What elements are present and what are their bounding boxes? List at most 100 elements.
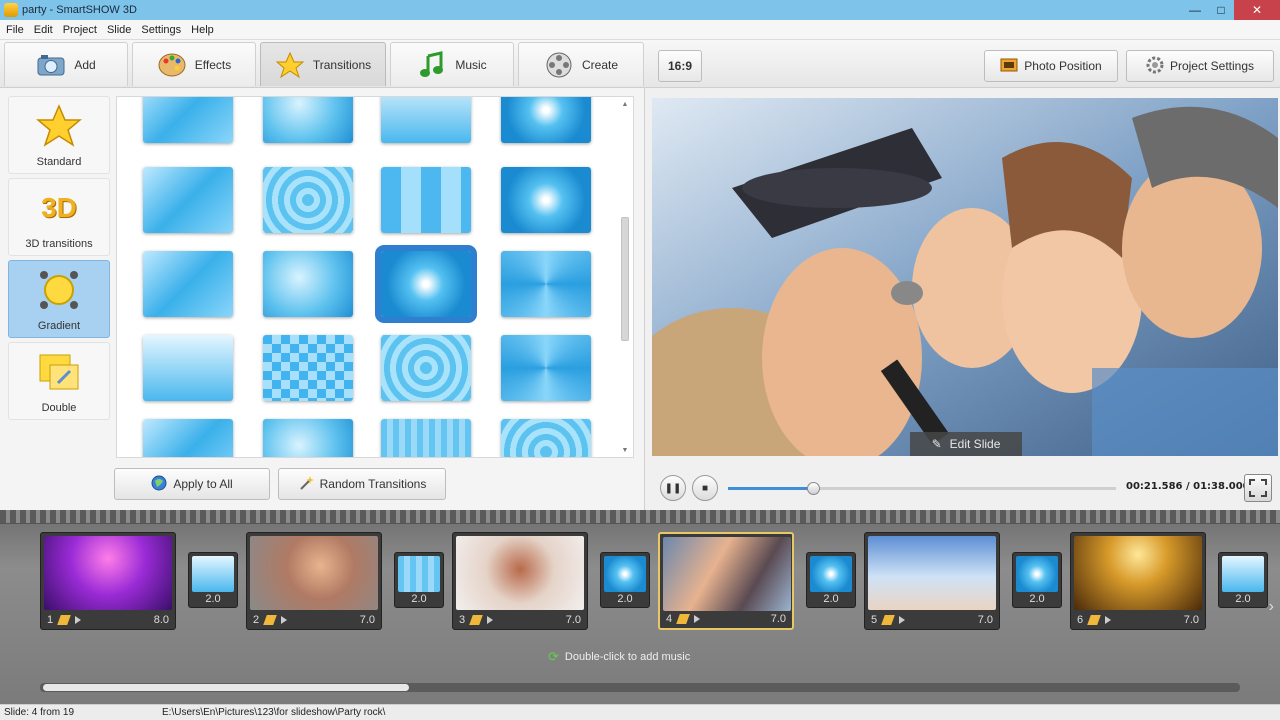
category-gradient[interactable]: Gradient: [8, 260, 110, 338]
tab-music[interactable]: Music: [390, 42, 514, 86]
slide-duration[interactable]: 7.0: [360, 614, 375, 626]
menu-help[interactable]: Help: [191, 24, 214, 36]
edit-icon[interactable]: [263, 615, 277, 625]
speaker-icon[interactable]: [75, 616, 82, 624]
timeline-slide[interactable]: 3 7.0: [452, 532, 588, 630]
speaker-icon[interactable]: [281, 616, 288, 624]
speaker-icon[interactable]: [694, 615, 701, 623]
timeline-slide-active[interactable]: 4 7.0: [658, 532, 794, 630]
timeline-transition[interactable]: 2.0: [394, 552, 444, 608]
transition-thumbnail[interactable]: [263, 251, 353, 317]
scrollbar-thumb[interactable]: [621, 217, 629, 341]
transition-thumbnail[interactable]: [381, 419, 471, 457]
transition-thumbnail[interactable]: [263, 167, 353, 233]
music-track-hint[interactable]: ⟳ Double-click to add music: [548, 649, 690, 665]
edit-icon[interactable]: [469, 615, 483, 625]
timeline-slide[interactable]: 2 7.0: [246, 532, 382, 630]
scroll-down-icon[interactable]: ▼: [620, 447, 630, 457]
pause-button[interactable]: ❚❚: [660, 475, 686, 501]
scroll-up-icon[interactable]: ▲: [620, 101, 630, 111]
maximize-button[interactable]: □: [1208, 0, 1234, 20]
slide-duration[interactable]: 7.0: [978, 614, 993, 626]
tab-effects[interactable]: Effects: [132, 42, 256, 86]
transition-thumbnail[interactable]: [263, 335, 353, 401]
menu-project[interactable]: Project: [63, 24, 97, 36]
timeline-transition[interactable]: 2.0: [806, 552, 856, 608]
app-icon: [4, 3, 18, 17]
menu-edit[interactable]: Edit: [34, 24, 53, 36]
timeline-scrollbar[interactable]: [40, 683, 1240, 692]
minimize-button[interactable]: —: [1182, 0, 1208, 20]
fullscreen-button[interactable]: [1244, 474, 1272, 502]
slide-thumbnail: [663, 537, 791, 611]
transition-thumbnail-selected[interactable]: [375, 245, 477, 323]
transition-thumbnail[interactable]: [381, 167, 471, 233]
category-standard[interactable]: Standard: [8, 96, 110, 174]
seek-slider[interactable]: [728, 482, 1116, 495]
timeline-transition[interactable]: 2.0: [1012, 552, 1062, 608]
close-button[interactable]: ✕: [1234, 0, 1280, 20]
transition-thumbnail[interactable]: [501, 167, 591, 233]
timeline-scrollbar-thumb[interactable]: [43, 684, 409, 691]
timeline-transition[interactable]: 2.0: [188, 552, 238, 608]
transition-thumbnail[interactable]: [501, 335, 591, 401]
tab-add[interactable]: Add: [4, 42, 128, 86]
transition-thumbnail[interactable]: [263, 97, 353, 143]
transition-duration[interactable]: 2.0: [604, 593, 646, 605]
transition-thumbnail[interactable]: [381, 97, 471, 143]
transition-thumbnail[interactable]: [381, 335, 471, 401]
tab-label: Add: [74, 57, 96, 72]
slide-duration[interactable]: 8.0: [154, 614, 169, 626]
category-3d-transitions[interactable]: 3D 3D transitions: [8, 178, 110, 256]
transition-thumbnail[interactable]: [143, 167, 233, 233]
slide-thumbnail: [250, 536, 378, 610]
transition-duration[interactable]: 2.0: [1016, 593, 1058, 605]
menu-file[interactable]: File: [6, 24, 24, 36]
timeline-transition[interactable]: 2.0: [1218, 552, 1268, 608]
menu-settings[interactable]: Settings: [141, 24, 181, 36]
transition-duration[interactable]: 2.0: [192, 593, 234, 605]
category-double[interactable]: Double: [8, 342, 110, 420]
aspect-ratio-button[interactable]: 16:9: [658, 50, 702, 82]
transition-thumbnail[interactable]: [501, 419, 591, 457]
seek-handle[interactable]: [807, 482, 821, 495]
slide-duration[interactable]: 7.0: [1184, 614, 1199, 626]
random-transitions-button[interactable]: Random Transitions: [278, 468, 446, 500]
edit-icon[interactable]: [881, 615, 895, 625]
slide-duration[interactable]: 7.0: [771, 613, 786, 625]
edit-icon[interactable]: [1087, 615, 1101, 625]
transition-thumbnail[interactable]: [143, 97, 233, 143]
apply-to-all-button[interactable]: Apply to All: [114, 468, 270, 500]
slide-duration[interactable]: 7.0: [566, 614, 581, 626]
photo-position-button[interactable]: Photo Position: [984, 50, 1118, 82]
transition-thumbnail[interactable]: [143, 251, 233, 317]
speaker-icon[interactable]: [899, 616, 906, 624]
transition-thumbnail[interactable]: [143, 335, 233, 401]
timeline-slide[interactable]: 6 7.0: [1070, 532, 1206, 630]
project-settings-button[interactable]: Project Settings: [1126, 50, 1274, 82]
transition-thumbnail[interactable]: [263, 419, 353, 457]
transition-thumbnail[interactable]: [143, 419, 233, 457]
edit-icon[interactable]: [57, 615, 71, 625]
tab-create[interactable]: Create: [518, 42, 644, 86]
speaker-icon[interactable]: [487, 616, 494, 624]
grid-scrollbar[interactable]: ▲ ▼: [619, 101, 631, 457]
slide-info: 5 7.0: [865, 611, 999, 629]
film-reel-icon: [544, 51, 574, 79]
transition-duration[interactable]: 2.0: [398, 593, 440, 605]
timeline-transition[interactable]: 2.0: [600, 552, 650, 608]
chevron-right-icon[interactable]: ›: [1269, 598, 1274, 616]
transition-thumbnail: [604, 556, 646, 592]
speaker-icon[interactable]: [1105, 616, 1112, 624]
timeline-slide[interactable]: 1 8.0: [40, 532, 176, 630]
transition-thumbnail[interactable]: [501, 251, 591, 317]
timeline-slide[interactable]: 5 7.0: [864, 532, 1000, 630]
menu-slide[interactable]: Slide: [107, 24, 131, 36]
tab-transitions[interactable]: Transitions: [260, 42, 386, 86]
transition-duration[interactable]: 2.0: [810, 593, 852, 605]
stop-button[interactable]: ■: [692, 475, 718, 501]
transition-duration[interactable]: 2.0: [1222, 593, 1264, 605]
transition-thumbnail[interactable]: [501, 97, 591, 143]
edit-slide-button[interactable]: ✎ Edit Slide: [910, 432, 1022, 456]
edit-icon[interactable]: [676, 614, 690, 624]
